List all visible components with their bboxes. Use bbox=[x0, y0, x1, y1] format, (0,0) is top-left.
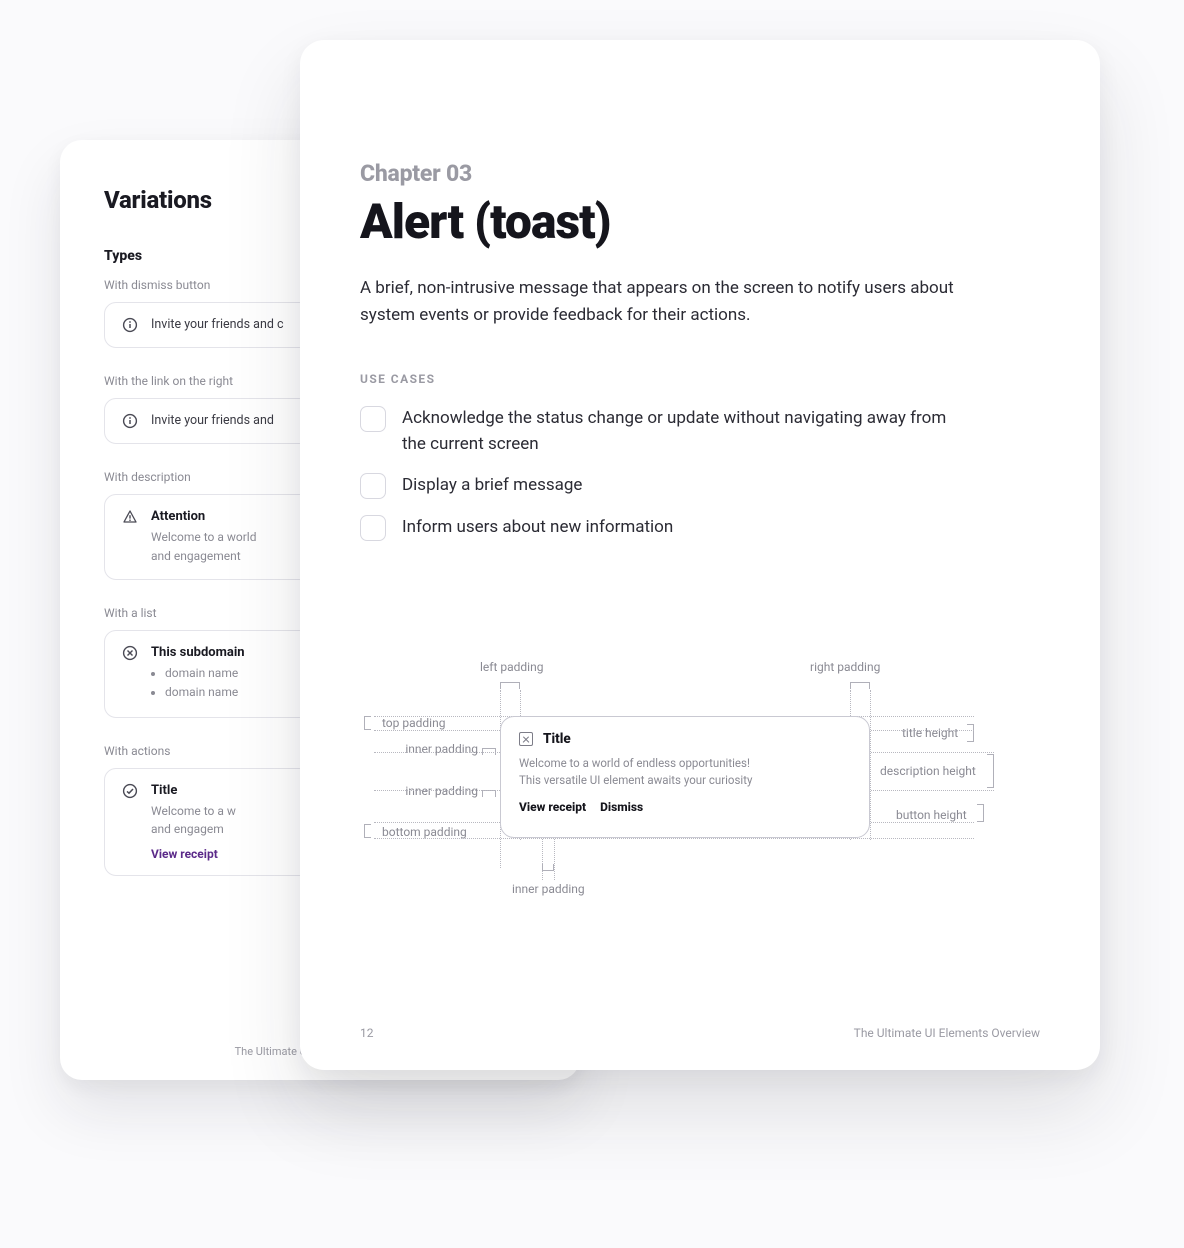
use-case-item: Acknowledge the status change or update … bbox=[360, 406, 1040, 457]
error-icon bbox=[121, 645, 139, 661]
right-padding-label: right padding bbox=[810, 660, 880, 674]
close-icon[interactable] bbox=[519, 732, 533, 746]
use-case-item: Display a brief message bbox=[360, 473, 1040, 499]
anatomy-description: Welcome to a world of endless opportunit… bbox=[519, 755, 851, 790]
title-height-label: title height bbox=[902, 726, 958, 740]
inner-padding-label: inner padding bbox=[398, 742, 478, 756]
dismiss-button[interactable]: Dismiss bbox=[600, 800, 643, 814]
checkbox[interactable] bbox=[360, 406, 386, 432]
bracket-icon bbox=[987, 754, 994, 788]
description-height-label: description height bbox=[880, 764, 976, 778]
alert-action-link[interactable]: View receipt bbox=[151, 847, 236, 861]
bracket-icon bbox=[364, 824, 371, 838]
use-cases-label: USE CASES bbox=[360, 372, 1040, 386]
bracket-icon bbox=[967, 724, 974, 742]
alert-title: Attention bbox=[151, 509, 256, 524]
bracket-icon bbox=[364, 716, 371, 730]
check-icon bbox=[121, 783, 139, 799]
use-case-text: Inform users about new information bbox=[402, 515, 673, 541]
chapter-page: Chapter 03 Alert (toast) A brief, non-in… bbox=[300, 40, 1100, 1070]
top-padding-label: top padding bbox=[382, 716, 445, 730]
bracket-icon bbox=[482, 790, 496, 797]
dotted-line bbox=[870, 690, 871, 840]
warn-icon bbox=[121, 509, 139, 525]
info-icon bbox=[121, 317, 139, 333]
use-case-text: Acknowledge the status change or update … bbox=[402, 406, 962, 457]
bracket-icon bbox=[542, 864, 554, 871]
alert-description: Welcome to a w and engagem bbox=[151, 802, 236, 839]
list-item: domain name bbox=[165, 664, 245, 683]
checkbox[interactable] bbox=[360, 473, 386, 499]
list-item: domain name bbox=[165, 683, 245, 702]
checkbox[interactable] bbox=[360, 515, 386, 541]
alert-description: Welcome to a world and engagement bbox=[151, 528, 256, 565]
page-footer: 12 The Ultimate UI Elements Overview bbox=[360, 1026, 1040, 1040]
anatomy-title: Title bbox=[543, 731, 571, 747]
chapter-lead: A brief, non-intrusive message that appe… bbox=[360, 275, 1000, 328]
chapter-eyebrow: Chapter 03 bbox=[360, 160, 1040, 187]
bracket-icon bbox=[500, 682, 520, 689]
button-height-label: button height bbox=[896, 808, 967, 822]
alert-text: Invite your friends and c bbox=[151, 317, 284, 332]
dotted-line bbox=[374, 838, 974, 839]
page-number: 12 bbox=[360, 1026, 374, 1040]
anatomy-diagram: left padding right padding top padding i… bbox=[350, 660, 1050, 920]
anatomy-alert-card: Title Welcome to a world of endless oppo… bbox=[500, 716, 870, 838]
bracket-icon bbox=[977, 804, 984, 822]
info-icon bbox=[121, 413, 139, 429]
use-case-text: Display a brief message bbox=[402, 473, 582, 499]
left-padding-label: left padding bbox=[480, 660, 543, 674]
alert-text: Invite your friends and bbox=[151, 413, 274, 428]
book-title: The Ultimate UI Elements Overview bbox=[854, 1026, 1040, 1040]
bracket-icon bbox=[850, 682, 870, 689]
alert-list: domain name domain name bbox=[151, 664, 245, 702]
use-case-item: Inform users about new information bbox=[360, 515, 1040, 541]
alert-title: This subdomain bbox=[151, 645, 245, 660]
bottom-padding-label: bottom padding bbox=[382, 825, 467, 839]
chapter-title: Alert (toast) bbox=[360, 197, 1040, 247]
inner-padding-label: inner padding bbox=[398, 784, 478, 798]
inner-padding-label: inner padding bbox=[512, 882, 585, 896]
view-receipt-button[interactable]: View receipt bbox=[519, 800, 586, 814]
alert-title: Title bbox=[151, 783, 236, 798]
